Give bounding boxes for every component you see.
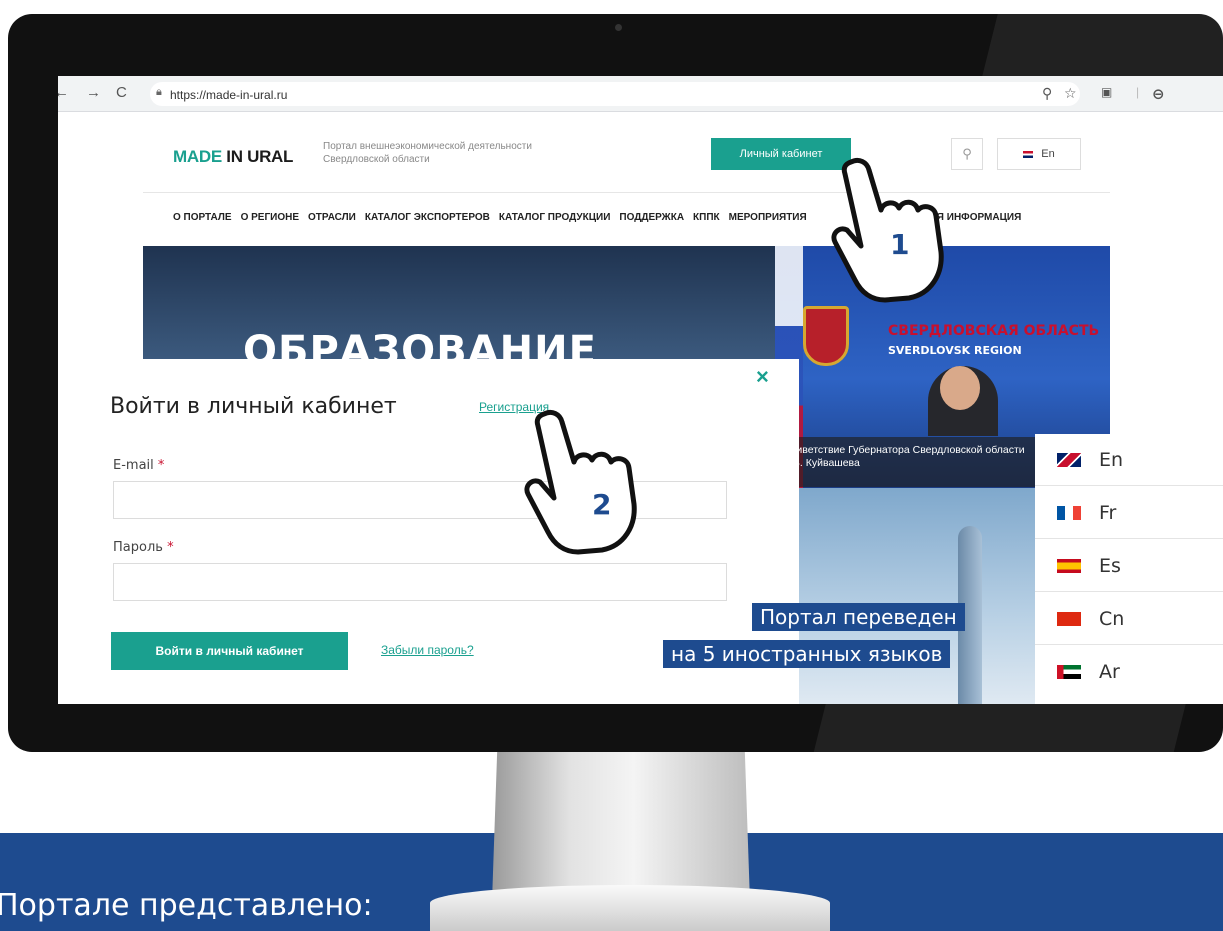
- language-option-es[interactable]: Es: [1035, 540, 1223, 592]
- back-icon[interactable]: ←: [58, 84, 69, 101]
- url-text[interactable]: https://made-in-ural.ru: [170, 88, 287, 102]
- language-switcher-button[interactable]: En: [997, 138, 1081, 170]
- region-title: СВЕРДЛОВСКАЯ ОБЛАСТЬ: [888, 323, 1100, 339]
- menu-item-about-region[interactable]: О РЕГИОНЕ: [241, 212, 299, 223]
- language-option-fr[interactable]: Fr: [1035, 487, 1223, 539]
- header-divider: [143, 192, 1110, 193]
- bookmark-star-icon[interactable]: ☆: [1064, 85, 1077, 102]
- login-modal-title: Войти в личный кабинет: [110, 394, 397, 419]
- email-label: E-mail *: [113, 458, 164, 473]
- hand-pointer-icon-1: [831, 157, 944, 303]
- top-cropped-heading: ▀▀▀ ▀▀▀ ▀▀▀ ▀▀▀▀▀: [0, 0, 1223, 14]
- menu-item-products-catalog[interactable]: КАТАЛОГ ПРОДУКЦИИ: [499, 212, 611, 223]
- news-caption[interactable]: Приветствие Губернатора Свердловской обл…: [783, 444, 1033, 470]
- email-label-text: E-mail: [113, 458, 154, 473]
- reload-icon[interactable]: C: [116, 84, 127, 101]
- callout-line-1: Портал переведен: [752, 603, 965, 631]
- language-option-en[interactable]: En: [1035, 434, 1223, 486]
- language-option-label: Fr: [1099, 501, 1117, 524]
- email-required-mark: *: [157, 458, 165, 473]
- extension-icon[interactable]: ▣: [1101, 85, 1112, 99]
- china-flag-icon: [1057, 611, 1081, 626]
- site-tagline: Портал внешнеэкономической деятельности …: [323, 141, 532, 165]
- logo-rest-text: IN URAL: [221, 147, 294, 166]
- zoom-icon[interactable]: ⚲: [1042, 85, 1052, 102]
- password-required-mark: *: [167, 540, 174, 555]
- password-label: Пароль *: [113, 540, 174, 555]
- france-flag-icon: [1057, 505, 1081, 520]
- menu-item-exporters-catalog[interactable]: КАТАЛОГ ЭКСПОРТЕРОВ: [365, 212, 490, 223]
- bottom-band-text: Портале представлено:: [0, 888, 373, 923]
- address-bar[interactable]: [150, 82, 1080, 106]
- password-field[interactable]: [113, 563, 727, 601]
- logo-accent-text: MADE: [173, 147, 222, 166]
- close-icon[interactable]: ×: [756, 364, 769, 390]
- language-option-label: Cn: [1099, 607, 1125, 630]
- language-switcher-label: En: [1041, 148, 1055, 160]
- lock-icon: 🔒︎: [156, 86, 162, 98]
- callout-line-2: на 5 иностранных языков: [663, 640, 951, 668]
- password-label-text: Пароль: [113, 540, 163, 555]
- language-option-ar[interactable]: Ar: [1035, 646, 1223, 698]
- pointer-number-1: 1: [890, 228, 910, 261]
- separator-icon: |: [1136, 85, 1140, 99]
- monitor-stand-neck: [492, 752, 750, 902]
- language-option-label: Es: [1099, 554, 1121, 577]
- webcam-dot: [615, 24, 622, 31]
- hand-pointer-icon-2: [524, 409, 637, 555]
- uk-flag-small-icon: [1023, 150, 1034, 158]
- uk-flag-icon: [1057, 452, 1081, 467]
- language-option-label: Ar: [1099, 661, 1120, 683]
- menu-item-about-portal[interactable]: О ПОРТАЛЕ: [173, 212, 232, 223]
- browser-toolbar: ← → C 🔒︎ https://made-in-ural.ru ⚲ ☆ ▣ |…: [58, 76, 1223, 112]
- forgot-password-link[interactable]: Забыли пароль?: [381, 643, 474, 657]
- governor-photo-head: [940, 366, 980, 410]
- login-submit-button[interactable]: Войти в личный кабинет: [111, 632, 348, 670]
- browser-screen: ← → C 🔒︎ https://made-in-ural.ru ⚲ ☆ ▣ |…: [58, 76, 1223, 704]
- site-logo[interactable]: MADE IN URAL: [173, 147, 293, 167]
- uae-flag-icon: [1057, 665, 1081, 679]
- language-option-cn[interactable]: Cn: [1035, 593, 1223, 645]
- menu-item-kppk[interactable]: КППК: [693, 212, 720, 223]
- region-subtitle: SVERDLOVSK REGION: [888, 344, 1022, 357]
- language-dropdown: En Fr Es Cn Ar: [1035, 434, 1223, 704]
- menu-item-events[interactable]: МЕРОПРИЯТИЯ: [729, 212, 807, 223]
- spain-flag-icon: [1057, 558, 1081, 573]
- monitor-frame: ← → C 🔒︎ https://made-in-ural.ru ⚲ ☆ ▣ |…: [8, 14, 1223, 752]
- search-button[interactable]: ⚲: [951, 138, 983, 170]
- profile-icon[interactable]: ⊖: [1152, 85, 1165, 103]
- region-emblem-icon: [803, 306, 849, 366]
- monitor-stand-base: [430, 885, 830, 931]
- language-option-label: En: [1099, 448, 1124, 471]
- menu-item-industries[interactable]: ОТРАСЛИ: [308, 212, 356, 223]
- menu-item-support[interactable]: ПОДДЕРЖКА: [619, 212, 684, 223]
- pointer-number-2: 2: [592, 488, 612, 521]
- search-icon: ⚲: [962, 146, 972, 161]
- forward-icon[interactable]: →: [86, 84, 101, 101]
